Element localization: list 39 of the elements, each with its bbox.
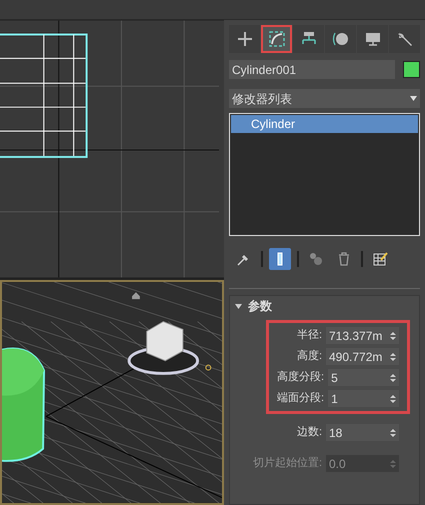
rollout-header[interactable]: 参数 (230, 296, 419, 316)
param-label: 边数: (296, 425, 322, 440)
color-swatch[interactable] (403, 61, 420, 78)
panel-tab[interactable] (229, 25, 260, 53)
stack-item[interactable]: Cylinder (231, 115, 418, 133)
circle-icon (332, 30, 350, 48)
panel-tab[interactable] (261, 25, 292, 53)
plus-icon (236, 30, 254, 48)
spinner-arrows-icon (390, 372, 396, 382)
spinner-field[interactable]: 5 (328, 369, 399, 386)
spinner-arrows-icon (390, 458, 396, 468)
panel-tab[interactable] (389, 25, 420, 53)
spinner-arrows-icon (390, 352, 396, 362)
dropdown-arrow-icon (410, 96, 417, 101)
spinner-field[interactable]: 490.772m (326, 348, 399, 365)
collapse-arrow-icon (235, 304, 242, 308)
trash-icon (336, 251, 352, 267)
spinner-arrows-icon (390, 330, 396, 340)
panel-tab[interactable] (357, 25, 388, 53)
curve-icon (268, 30, 286, 48)
monitor-icon (364, 30, 382, 48)
param-label: 高度: (296, 348, 322, 364)
param-label: 端面分段: (277, 391, 324, 406)
modifier-list-dropdown[interactable]: 修改器列表 (229, 89, 420, 108)
param-label: 高度分段: (277, 370, 324, 386)
spinner-field[interactable]: 18 (326, 424, 399, 441)
panel-tab[interactable] (325, 25, 356, 53)
spheres-icon (308, 251, 324, 267)
wrench-icon (396, 30, 414, 48)
spinner-arrows-icon (390, 394, 396, 404)
spinner-arrows-icon (390, 428, 396, 438)
spinner-field[interactable]: 1 (328, 390, 399, 407)
spinner-field[interactable]: 713.377m (326, 327, 399, 344)
param-label: 切片起始位置: (252, 456, 322, 472)
object-name-field[interactable]: Cylinder001 (229, 60, 395, 79)
grid-pencil-icon (372, 251, 388, 267)
stack-tool-button[interactable] (269, 248, 291, 270)
panel-tab[interactable] (293, 25, 324, 53)
param-label: 半径: (296, 328, 322, 344)
